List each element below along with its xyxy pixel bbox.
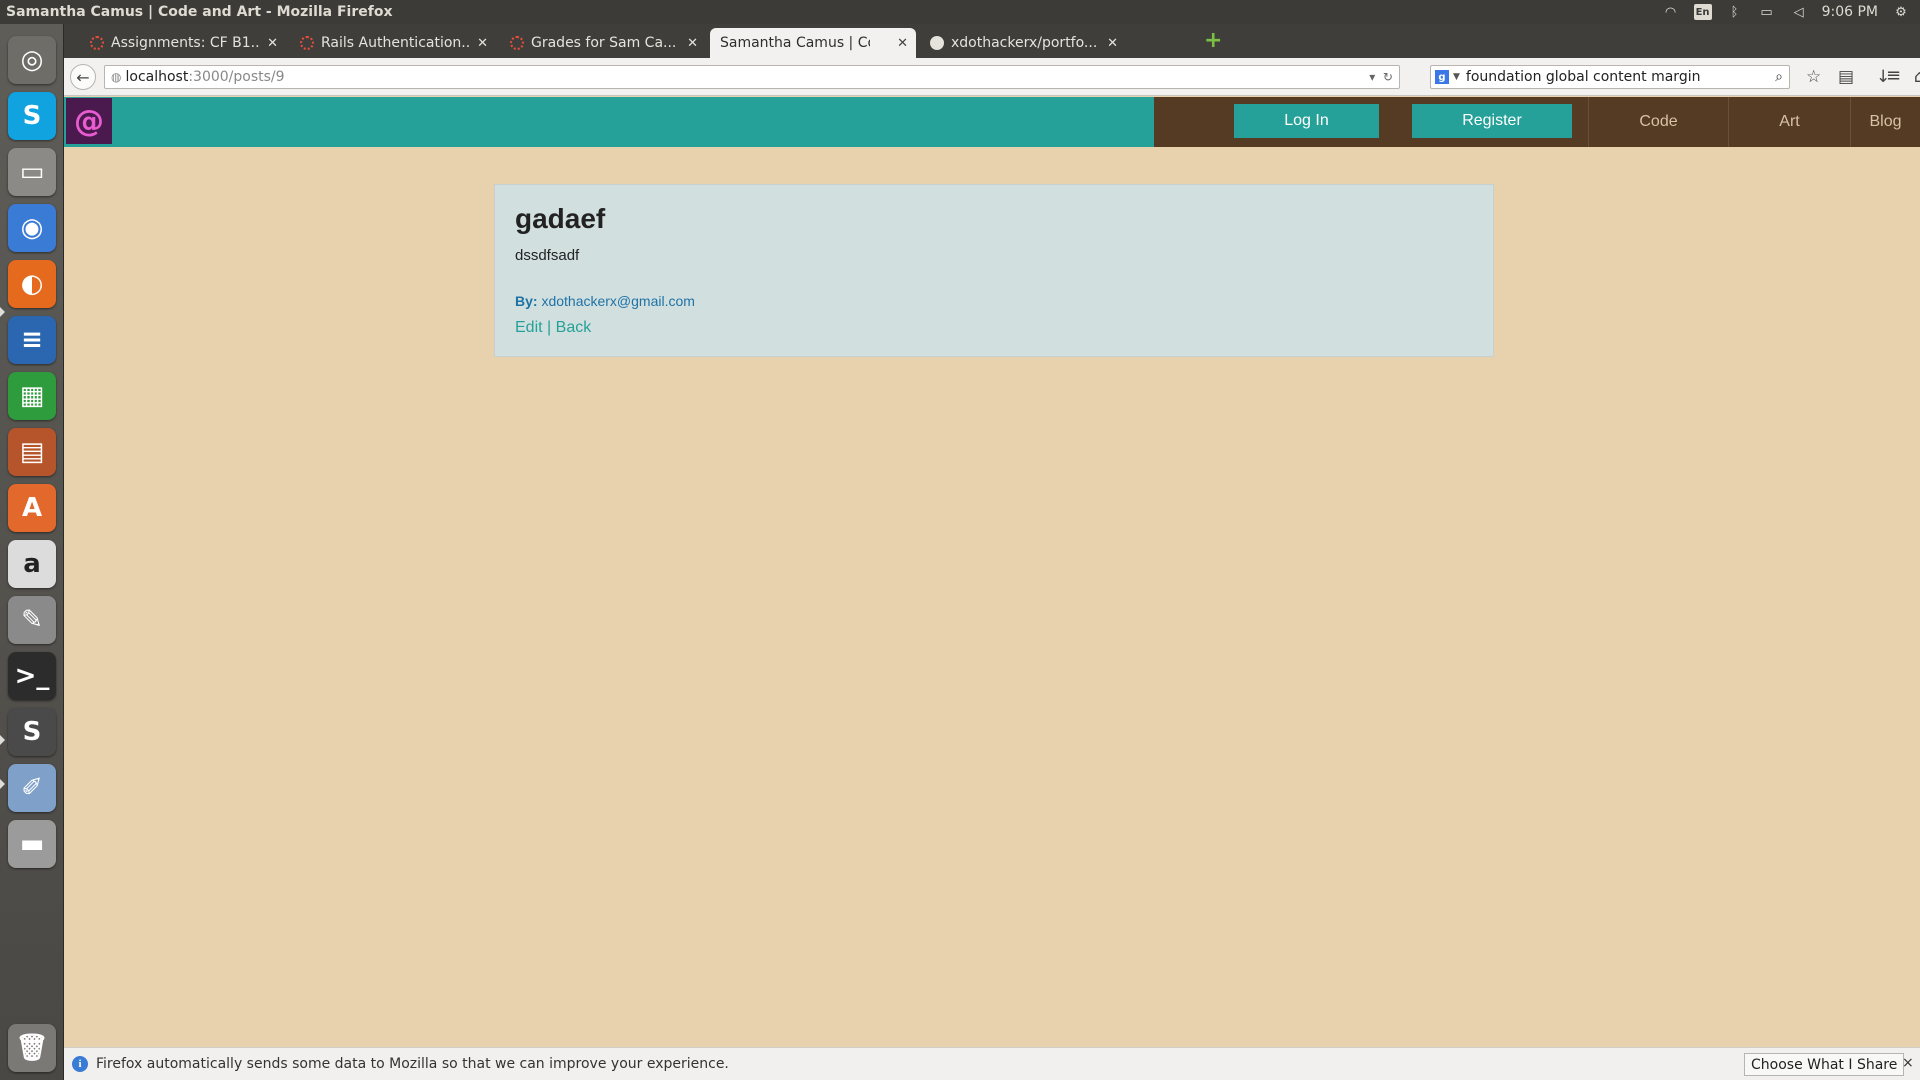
edit-link[interactable]: Edit xyxy=(515,319,543,336)
menu-hamburger-icon[interactable]: ≡ xyxy=(1886,65,1901,86)
launcher-image-viewer-icon[interactable]: ✐ xyxy=(8,764,56,812)
clock[interactable]: 9:06 PM xyxy=(1822,4,1878,20)
site-nav: Log In Register Code Art Blog xyxy=(1154,97,1920,147)
launcher-sublime-text-icon[interactable]: S xyxy=(8,708,56,756)
by-label: By: xyxy=(515,293,538,309)
url-host: localhost xyxy=(125,69,189,85)
globe-icon: ◍ xyxy=(111,70,122,84)
tab-rails-authentication[interactable]: Rails Authentication... ✕ xyxy=(290,28,496,58)
wifi-icon[interactable]: ◠ xyxy=(1662,4,1680,20)
register-button[interactable]: Register xyxy=(1412,104,1572,138)
info-icon: i xyxy=(72,1056,88,1072)
url-dropdown-reload-icon[interactable]: ▾ ↻ xyxy=(1369,70,1399,84)
post-author-line: By: xdothackerx@gmail.com xyxy=(515,293,695,309)
close-tab-icon[interactable]: ✕ xyxy=(687,36,698,51)
post-card: gadaef dssdfsadf By: xdothackerx@gmail.c… xyxy=(494,184,1494,357)
launcher-system-settings-icon[interactable]: ✎ xyxy=(8,596,56,644)
running-indicator xyxy=(0,307,5,317)
tab-strip: Assignments: CF B1... ✕ Rails Authentica… xyxy=(64,24,1920,58)
navigation-toolbar: ← ◍ localhost:3000/posts/9 ▾ ↻ g ▼ found… xyxy=(64,58,1920,96)
launcher-amazon-icon[interactable]: a xyxy=(8,540,56,588)
nav-link-art[interactable]: Art xyxy=(1728,97,1850,147)
launcher-firefox-icon[interactable]: ◐ xyxy=(8,260,56,308)
launcher-calc-icon[interactable]: ▦ xyxy=(8,372,56,420)
running-indicator xyxy=(0,735,5,745)
post-title: gadaef xyxy=(515,203,606,234)
unity-launcher: ◎ S ▭ ◉ ◐ ≡ ▦ ▤ Aa ✎ >_ S ✐ ▬ 🗑 xyxy=(0,24,64,1080)
login-button[interactable]: Log In xyxy=(1234,104,1379,138)
google-search-engine-icon[interactable]: g xyxy=(1435,70,1449,84)
gear-icon[interactable]: ⚙ xyxy=(1892,4,1910,20)
choose-what-i-share-button[interactable]: Choose What I Share xyxy=(1744,1053,1905,1076)
launcher-trash-icon[interactable]: 🗑 xyxy=(8,1024,56,1072)
close-tab-icon[interactable]: ✕ xyxy=(1107,36,1118,51)
launcher-files-icon[interactable]: ▭ xyxy=(8,148,56,196)
tab-label: Samantha Camus | Cod... xyxy=(720,35,870,51)
tab-samantha-camus[interactable]: Samantha Camus | Cod... ✕ xyxy=(710,28,916,58)
home-icon[interactable]: ⌂ xyxy=(1914,67,1920,87)
post-actions: Edit | Back xyxy=(515,319,591,337)
search-input[interactable]: foundation global content margin xyxy=(1466,69,1701,85)
launcher-software-center-icon[interactable]: A xyxy=(8,484,56,532)
data-sharing-notification-bar: i Firefox automatically sends some data … xyxy=(64,1047,1920,1080)
site-logo-icon[interactable]: @ xyxy=(66,98,112,144)
close-tab-icon[interactable]: ✕ xyxy=(267,36,278,51)
nav-link-blog[interactable]: Blog xyxy=(1850,97,1920,147)
back-link[interactable]: Back xyxy=(556,319,592,336)
window-title: Samantha Camus | Code and Art - Mozilla … xyxy=(6,4,393,20)
close-icon[interactable]: × xyxy=(1902,1055,1914,1071)
spinner-favicon-icon xyxy=(90,36,104,50)
back-arrow-icon[interactable]: ← xyxy=(70,64,96,90)
spinner-favicon-icon xyxy=(510,36,524,50)
tab-label: Rails Authentication... xyxy=(321,35,471,51)
launcher-skype-icon[interactable]: S xyxy=(8,92,56,140)
tab-label: xdothackerx/portfo... xyxy=(951,35,1098,51)
nav-link-code[interactable]: Code xyxy=(1588,97,1728,147)
github-icon xyxy=(930,36,944,50)
launcher-impress-icon[interactable]: ▤ xyxy=(8,428,56,476)
bookmark-star-icon[interactable]: ☆ xyxy=(1806,67,1821,87)
chevron-down-icon[interactable]: ▼ xyxy=(1453,72,1460,82)
web-page: @ Log In Register Code Art Blog gadaef d… xyxy=(64,97,1920,1047)
system-top-panel: Samantha Camus | Code and Art - Mozilla … xyxy=(0,0,1920,24)
launcher-chrome-icon[interactable]: ◉ xyxy=(8,204,56,252)
spinner-favicon-icon xyxy=(300,36,314,50)
reading-list-icon[interactable]: ▤ xyxy=(1838,67,1854,87)
tab-github-portfolio[interactable]: xdothackerx/portfo... ✕ xyxy=(920,28,1126,58)
close-tab-icon[interactable]: ✕ xyxy=(897,36,908,51)
system-tray: ◠ En ᛒ ▭ ◁ 9:06 PM ⚙ xyxy=(1662,4,1920,20)
post-body: dssdfsadf xyxy=(515,247,580,264)
volume-muted-icon[interactable]: ◁ xyxy=(1790,4,1808,20)
tab-assignments[interactable]: Assignments: CF B1... ✕ xyxy=(80,28,286,58)
notification-message: Firefox automatically sends some data to… xyxy=(96,1056,729,1072)
link-separator: | xyxy=(547,319,552,336)
close-tab-icon[interactable]: ✕ xyxy=(477,36,488,51)
search-icon[interactable]: ⌕ xyxy=(1775,69,1789,85)
launcher-terminal-icon[interactable]: >_ xyxy=(8,652,56,700)
launcher-drive-icon[interactable]: ▬ xyxy=(8,820,56,868)
tab-grades[interactable]: Grades for Sam Ca... ✕ xyxy=(500,28,706,58)
launcher-writer-icon[interactable]: ≡ xyxy=(8,316,56,364)
tab-label: Assignments: CF B1... xyxy=(111,35,261,51)
site-header: @ Log In Register Code Art Blog xyxy=(64,97,1920,147)
bluetooth-icon[interactable]: ᛒ xyxy=(1726,4,1744,20)
tab-label: Grades for Sam Ca... xyxy=(531,35,677,51)
battery-icon[interactable]: ▭ xyxy=(1758,4,1776,20)
url-path: :3000/posts/9 xyxy=(188,69,285,85)
search-bar[interactable]: g ▼ foundation global content margin ⌕ xyxy=(1430,65,1790,89)
new-tab-plus-icon[interactable]: + xyxy=(1204,30,1222,52)
running-indicator xyxy=(0,779,5,789)
keyboard-layout-indicator[interactable]: En xyxy=(1693,4,1712,20)
launcher-dash-home-icon[interactable]: ◎ xyxy=(8,36,56,84)
author-email-link[interactable]: xdothackerx@gmail.com xyxy=(541,293,695,309)
url-bar[interactable]: ◍ localhost:3000/posts/9 ▾ ↻ xyxy=(104,65,1400,89)
